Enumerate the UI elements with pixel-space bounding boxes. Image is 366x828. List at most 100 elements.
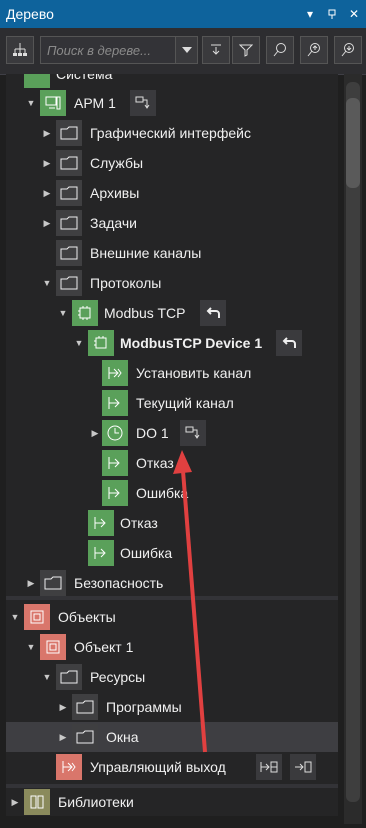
tree-item-label: ModbusTCP Device 1 [120,335,263,351]
tree-item-label: Задачи [90,215,138,231]
tree-item-label: Протоколы [90,275,162,291]
collapsed-arrow-icon[interactable]: ▶ [42,218,52,228]
tree-item-objects[interactable]: ▼ Объекты [6,602,338,632]
tree-item-device-failure[interactable]: Отказ [6,448,338,478]
tree-structure-button[interactable] [6,36,34,64]
tree-item-modbus-error[interactable]: Ошибка [6,538,338,568]
expanded-arrow-icon[interactable]: ▼ [58,308,68,318]
expanded-arrow-icon[interactable]: ▼ [42,672,52,682]
pin-dropdown-icon[interactable]: ▾ [300,4,320,24]
tree-item-resources[interactable]: ▼ Ресурсы [6,662,338,692]
tree-item-current-channel[interactable]: Текущий канал [6,388,338,418]
tree-search-input[interactable] [40,36,176,64]
bind-input-icon[interactable] [256,754,282,780]
vertical-scrollbar[interactable] [344,74,362,824]
close-icon[interactable]: ✕ [344,4,364,24]
tree-item-label: Ошибка [136,485,189,501]
collapsed-arrow-icon[interactable]: ▶ [58,702,68,712]
tree-item-label: Modbus TCP [104,305,186,321]
collapsed-arrow-icon[interactable]: ▶ [90,428,100,438]
variable-icon [102,480,128,506]
tree-item-modbus-tcp[interactable]: ▼ Modbus TCP [6,298,338,328]
go-to-reference-icon[interactable] [130,90,156,116]
folder-icon [56,180,82,206]
workstation-icon [40,90,66,116]
collapse-all-button[interactable] [202,36,230,64]
tree-item-gui[interactable]: ▶ Графический интерфейс [6,118,338,148]
tree-item-services[interactable]: ▶ Службы [6,148,338,178]
undo-icon[interactable] [200,300,226,326]
scrollbar-thumb[interactable] [346,98,360,188]
folder-icon [72,694,98,720]
tree-item-device-error[interactable]: Ошибка [6,478,338,508]
tree-item-label: Текущий канал [136,395,234,411]
search-dropdown-button[interactable] [176,36,198,64]
system-tree-panel: Система ▼ АРМ 1 ▶ Графический интерфейс … [6,74,338,596]
tree-item-label: Архивы [90,185,140,201]
expanded-arrow-icon[interactable]: ▼ [42,278,52,288]
collapsed-arrow-icon[interactable]: ▶ [42,158,52,168]
tree-item-libraries[interactable]: ▶ Библиотеки [6,788,338,816]
collapsed-arrow-icon[interactable]: ▶ [58,732,68,742]
filter-button[interactable] [232,36,260,64]
collapsed-arrow-icon[interactable]: ▶ [42,128,52,138]
tree-item-label: Отказ [120,515,158,531]
system-icon [24,74,50,88]
undo-icon[interactable] [276,330,302,356]
bind-output-icon[interactable] [290,754,316,780]
tree-item-label: Окна [106,729,139,745]
tree-item-tasks[interactable]: ▶ Задачи [6,208,338,238]
tree-item-label: Установить канал [136,365,252,381]
output-variable-icon [56,754,82,780]
tree-item-label: Объекты [58,609,116,625]
folder-icon [56,240,82,266]
collapsed-arrow-icon[interactable]: ▶ [26,578,36,588]
scrollbar-track [346,82,360,802]
objects-icon [24,604,50,630]
expanded-arrow-icon[interactable]: ▼ [74,338,84,348]
go-to-reference-icon[interactable] [180,420,206,446]
collapsed-arrow-icon[interactable]: ▶ [42,188,52,198]
device-icon [88,330,114,356]
tree-item-protocols[interactable]: ▼ Протоколы [6,268,338,298]
tree-item-label: Службы [90,155,144,171]
window-title-bar: Дерево ▾ ✕ [0,0,366,28]
tree-item-modbus-device[interactable]: ▼ ModbusTCP Device 1 [6,328,338,358]
tree-item-archives[interactable]: ▶ Архивы [6,178,338,208]
tree-item-programs[interactable]: ▶ Программы [6,692,338,722]
tree-item-object1[interactable]: ▼ Объект 1 [6,632,338,662]
tree-toolbar [0,28,366,75]
variable-icon [88,540,114,566]
find-next-button[interactable] [334,36,362,64]
tree-item-do1[interactable]: ▶ DO 1 [6,418,338,448]
clock-icon [102,420,128,446]
find-button[interactable] [266,36,294,64]
collapsed-arrow-icon[interactable]: ▶ [10,797,20,807]
tree-item-external-channels[interactable]: Внешние каналы [6,238,338,268]
tree-item-set-channel[interactable]: Установить канал [6,358,338,388]
tree-item-control-output[interactable]: Управляющий выход [6,752,338,782]
tree-item-windows[interactable]: ▶ Окна [6,722,338,752]
library-icon [24,789,50,815]
expanded-arrow-icon[interactable]: ▼ [26,98,36,108]
variable-icon [88,510,114,536]
tree-item-security[interactable]: ▶ Безопасность [6,568,338,596]
tree-item-label: DO 1 [136,425,169,441]
object-icon [40,634,66,660]
window-title: Дерево [6,6,54,22]
tree-item-modbus-failure[interactable]: Отказ [6,508,338,538]
tree-item-label: Ресурсы [90,669,146,685]
expanded-arrow-icon[interactable]: ▼ [10,612,20,622]
expanded-arrow-icon[interactable]: ▼ [26,642,36,652]
find-previous-button[interactable] [300,36,328,64]
tree-item-label: АРМ 1 [74,95,116,111]
protocol-icon [72,300,98,326]
libraries-panel: ▶ Библиотеки [6,788,338,816]
folder-icon [56,664,82,690]
tree-item-label: Графический интерфейс [90,125,251,141]
pin-icon[interactable] [322,4,342,24]
folder-icon [72,724,98,750]
folder-icon [56,150,82,176]
tree-item-label: Ошибка [120,545,173,561]
tree-item-arm[interactable]: ▼ АРМ 1 [6,88,338,118]
